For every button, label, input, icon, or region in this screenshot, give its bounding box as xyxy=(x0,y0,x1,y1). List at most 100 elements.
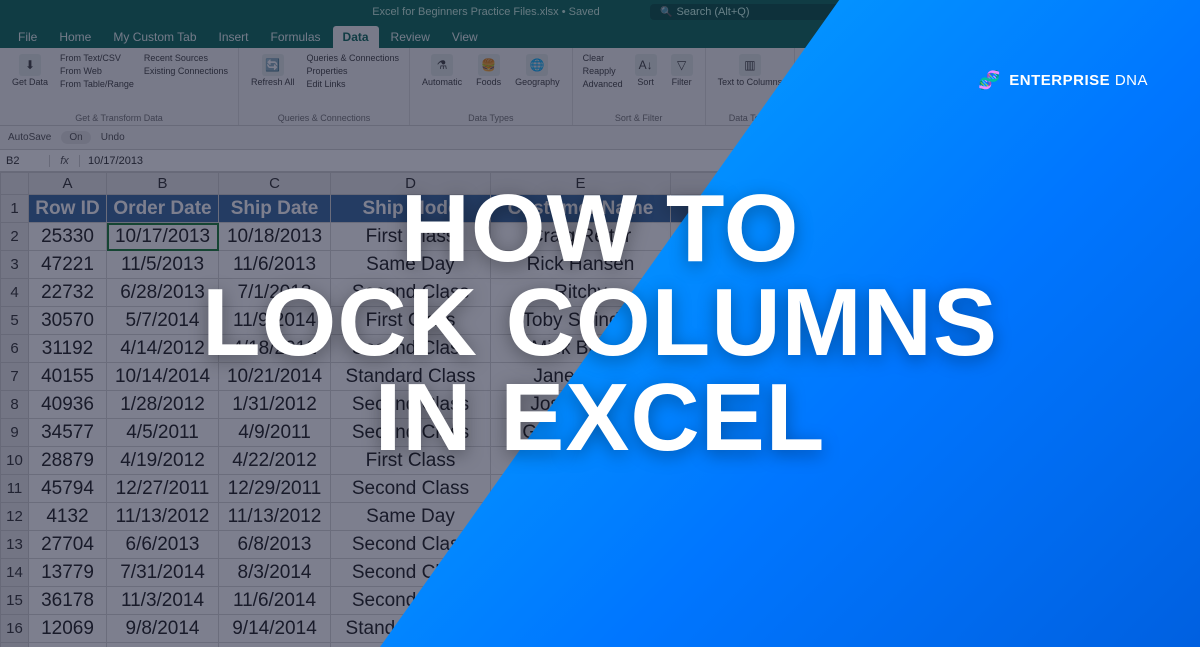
cell-C4[interactable]: 7/1/2013 xyxy=(219,279,331,307)
column-header-D[interactable]: D xyxy=(331,173,491,195)
ribbon-item-from-table-range[interactable]: From Table/Range xyxy=(58,78,136,90)
cell-C7[interactable]: 10/21/2014 xyxy=(219,363,331,391)
row-header-7[interactable]: 7 xyxy=(1,363,29,391)
row-header-8[interactable]: 8 xyxy=(1,391,29,419)
column-header-B[interactable]: B xyxy=(107,173,219,195)
header-cell-E[interactable]: Customer Name xyxy=(491,195,671,223)
header-cell-B[interactable]: Order Date xyxy=(107,195,219,223)
column-header-C[interactable]: C xyxy=(219,173,331,195)
cell-B5[interactable]: 5/7/2014 xyxy=(107,307,219,335)
ribbon-item-existing-connections[interactable]: Existing Connections xyxy=(142,65,230,77)
ribbon-item-properties[interactable]: Properties xyxy=(304,65,401,77)
row-header-12[interactable]: 12 xyxy=(1,503,29,531)
header-cell-A[interactable]: Row ID xyxy=(29,195,107,223)
cell-A6[interactable]: 31192 xyxy=(29,335,107,363)
header-cell-D[interactable]: Ship Mode xyxy=(331,195,491,223)
ribbon-item-edit-links[interactable]: Edit Links xyxy=(304,78,401,90)
ribbon-button-get-data[interactable]: ⬇Get Data xyxy=(8,52,52,90)
cell-A5[interactable]: 30570 xyxy=(29,307,107,335)
cell-C16[interactable]: 9/14/2014 xyxy=(219,615,331,643)
cell-A4[interactable]: 22732 xyxy=(29,279,107,307)
undo-button[interactable]: Undo xyxy=(101,132,125,143)
cell-B4[interactable]: 6/28/2013 xyxy=(107,279,219,307)
cell-B16[interactable]: 9/8/2014 xyxy=(107,615,219,643)
row-header-10[interactable]: 10 xyxy=(1,447,29,475)
cell-A3[interactable]: 47221 xyxy=(29,251,107,279)
cell-B6[interactable]: 4/14/2012 xyxy=(107,335,219,363)
cell-A15[interactable]: 36178 xyxy=(29,587,107,615)
column-header-A[interactable]: A xyxy=(29,173,107,195)
row-header-1[interactable]: 1 xyxy=(1,195,29,223)
cell-E2[interactable]: Craig Reiter xyxy=(491,223,671,251)
cell-A7[interactable]: 40155 xyxy=(29,363,107,391)
cell-B9[interactable]: 4/5/2011 xyxy=(107,419,219,447)
tab-formulas[interactable]: Formulas xyxy=(261,26,331,48)
cell-A17[interactable]: 22096 xyxy=(29,643,107,647)
cell-D2[interactable]: First Class xyxy=(331,223,491,251)
cell-B11[interactable]: 12/27/2011 xyxy=(107,475,219,503)
cell-B15[interactable]: 11/3/2014 xyxy=(107,587,219,615)
row-header-2[interactable]: 2 xyxy=(1,223,29,251)
column-header-E[interactable]: E xyxy=(491,173,671,195)
row-header-13[interactable]: 13 xyxy=(1,531,29,559)
select-all-corner[interactable] xyxy=(1,173,29,195)
cell-A10[interactable]: 28879 xyxy=(29,447,107,475)
cell-D10[interactable]: First Class xyxy=(331,447,491,475)
tab-review[interactable]: Review xyxy=(381,26,440,48)
cell-C8[interactable]: 1/31/2012 xyxy=(219,391,331,419)
cell-C9[interactable]: 4/9/2011 xyxy=(219,419,331,447)
cell-D11[interactable]: Second Class xyxy=(331,475,491,503)
cell-D7[interactable]: Standard Class xyxy=(331,363,491,391)
cell-B13[interactable]: 6/6/2013 xyxy=(107,531,219,559)
cell-D6[interactable]: Second Class xyxy=(331,335,491,363)
cell-C14[interactable]: 8/3/2014 xyxy=(219,559,331,587)
cell-A9[interactable]: 34577 xyxy=(29,419,107,447)
row-header-11[interactable]: 11 xyxy=(1,475,29,503)
row-header-9[interactable]: 9 xyxy=(1,419,29,447)
cell-D9[interactable]: Second Class xyxy=(331,419,491,447)
cell-A8[interactable]: 40936 xyxy=(29,391,107,419)
cell-D5[interactable]: First Class xyxy=(331,307,491,335)
cell-C11[interactable]: 12/29/2011 xyxy=(219,475,331,503)
ribbon-button-text-to-columns[interactable]: ▥Text to Columns xyxy=(714,52,787,90)
row-header-4[interactable]: 4 xyxy=(1,279,29,307)
tab-data[interactable]: Data xyxy=(333,26,379,48)
ribbon-item-reapply[interactable]: Reapply xyxy=(581,65,625,77)
cell-C3[interactable]: 11/6/2013 xyxy=(219,251,331,279)
row-header-17[interactable]: 17 xyxy=(1,643,29,647)
ribbon-button-foods[interactable]: 🍔Foods xyxy=(472,52,505,90)
autosave-toggle[interactable]: On xyxy=(61,131,90,144)
name-box[interactable]: B2 xyxy=(0,155,50,167)
cell-C13[interactable]: 6/8/2013 xyxy=(219,531,331,559)
cell-A14[interactable]: 13779 xyxy=(29,559,107,587)
tab-insert[interactable]: Insert xyxy=(209,26,259,48)
tab-my-custom-tab[interactable]: My Custom Tab xyxy=(103,26,206,48)
cell-A11[interactable]: 45794 xyxy=(29,475,107,503)
cell-A2[interactable]: 25330 xyxy=(29,223,107,251)
cell-C5[interactable]: 11/9/2014 xyxy=(219,307,331,335)
cell-A12[interactable]: 4132 xyxy=(29,503,107,531)
tab-file[interactable]: File xyxy=(8,26,47,48)
cell-D8[interactable]: Second Class xyxy=(331,391,491,419)
cell-B2[interactable]: 10/17/2013 xyxy=(107,223,219,251)
ribbon-button-geography[interactable]: 🌐Geography xyxy=(511,52,564,90)
cell-B3[interactable]: 11/5/2013 xyxy=(107,251,219,279)
ribbon-button-sort[interactable]: A↓Sort xyxy=(631,52,661,90)
ribbon-item-queries-connections[interactable]: Queries & Connections xyxy=(304,52,401,64)
ribbon-button-filter[interactable]: ▽Filter xyxy=(667,52,697,90)
cell-B12[interactable]: 11/13/2012 xyxy=(107,503,219,531)
cell-B10[interactable]: 4/19/2012 xyxy=(107,447,219,475)
row-header-15[interactable]: 15 xyxy=(1,587,29,615)
tab-view[interactable]: View xyxy=(442,26,488,48)
row-header-5[interactable]: 5 xyxy=(1,307,29,335)
cell-C2[interactable]: 10/18/2013 xyxy=(219,223,331,251)
ribbon-item-recent-sources[interactable]: Recent Sources xyxy=(142,52,230,64)
cell-C6[interactable]: 4/18/2012 xyxy=(219,335,331,363)
cell-E3[interactable]: Rick Hansen xyxy=(491,251,671,279)
tab-home[interactable]: Home xyxy=(49,26,101,48)
cell-B14[interactable]: 7/31/2014 xyxy=(107,559,219,587)
row-header-6[interactable]: 6 xyxy=(1,335,29,363)
cell-D3[interactable]: Same Day xyxy=(331,251,491,279)
ribbon-item-advanced[interactable]: Advanced xyxy=(581,78,625,90)
header-cell-C[interactable]: Ship Date xyxy=(219,195,331,223)
